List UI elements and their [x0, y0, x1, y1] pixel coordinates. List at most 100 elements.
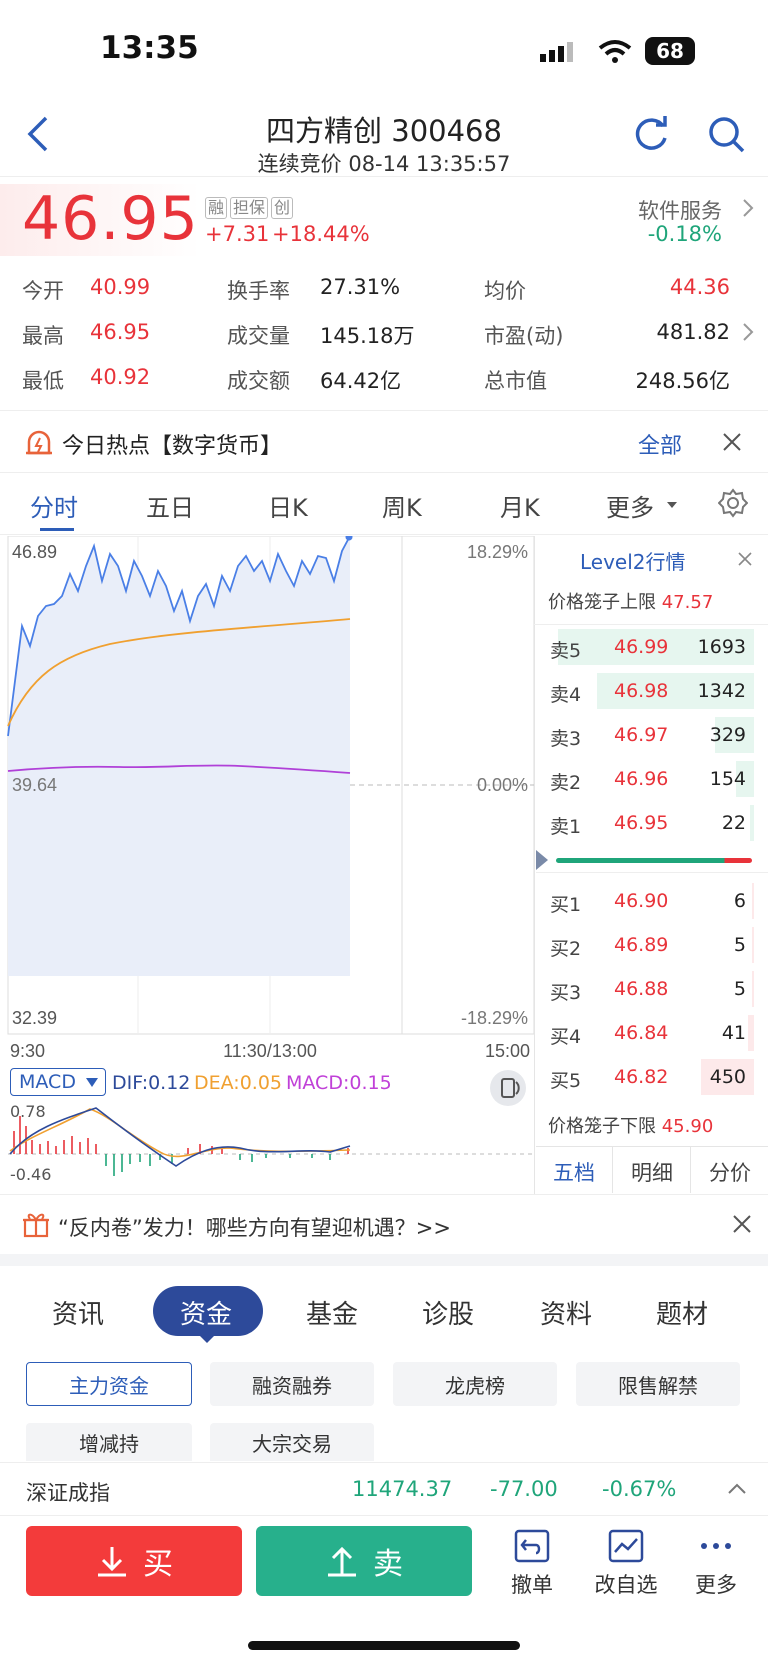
bid-row[interactable]: 买3 46.88 5 — [538, 969, 754, 1009]
index-bar[interactable]: 深证成指 11474.37 -77.00 -0.67% — [0, 1462, 768, 1516]
bid-vol: 5 — [733, 934, 746, 956]
last-price: 46.95 — [22, 184, 199, 254]
caret-down-icon[interactable] — [666, 500, 678, 510]
sector-name[interactable]: 软件服务 — [638, 195, 722, 225]
ask-vol: 1342 — [697, 680, 746, 702]
level2-title[interactable]: Level2行情 — [580, 546, 686, 575]
price-area — [8, 536, 350, 976]
indicator-select[interactable]: MACD — [10, 1068, 106, 1096]
tab-theme[interactable]: 题材 — [656, 1294, 708, 1331]
tab-news[interactable]: 资讯 — [52, 1294, 104, 1331]
ask-row[interactable]: 卖1 46.95 22 — [538, 803, 754, 843]
index-name: 深证成指 — [26, 1481, 110, 1505]
chart-edit-icon — [608, 1529, 644, 1563]
wifi-icon — [598, 40, 632, 63]
cancel-order-button[interactable]: 撤单 — [500, 1528, 564, 1599]
battery-level: 68 — [656, 39, 684, 63]
hot-topic[interactable]: 今日热点【数字货币】 — [62, 428, 282, 460]
close-icon[interactable] — [722, 432, 742, 452]
y-right-top: 18.29% — [467, 542, 528, 562]
tab-price-dist[interactable]: 分价 — [692, 1157, 768, 1187]
bid-row[interactable]: 买2 46.89 5 — [538, 925, 754, 965]
chevron-up-icon[interactable] — [728, 1483, 746, 1495]
ask-label: 卖1 — [550, 816, 582, 838]
ask-price: 46.98 — [614, 680, 669, 702]
home-indicator — [248, 1641, 520, 1650]
tab-daily-k[interactable]: 日K — [268, 488, 308, 523]
ask-label: 卖3 — [550, 728, 582, 750]
close-icon[interactable] — [732, 1214, 752, 1234]
ask-price: 46.95 — [614, 812, 669, 834]
tab-5day[interactable]: 五日 — [146, 488, 194, 523]
x-label-close: 15:00 — [485, 1041, 530, 1061]
hot-all-link[interactable]: 全部 — [638, 428, 682, 460]
bid-ask-ratio-bar — [556, 858, 752, 863]
bid-price: 46.84 — [614, 1022, 669, 1044]
index-value: 11474.37 — [352, 1477, 453, 1501]
close-icon[interactable] — [738, 552, 752, 566]
more-button[interactable]: 更多 — [684, 1528, 748, 1599]
chip-dragon-tiger[interactable]: 龙虎榜 — [393, 1362, 557, 1406]
ask-price: 46.97 — [614, 724, 669, 746]
bid-price: 46.90 — [614, 890, 669, 912]
gear-icon[interactable] — [718, 488, 748, 518]
buy-label: 买 — [143, 1547, 173, 1582]
y-right-mid: 0.00% — [477, 775, 528, 795]
y-left-mid: 39.64 — [12, 775, 57, 795]
ask-vol: 1693 — [697, 636, 746, 658]
bid-row[interactable]: 买5 46.82 450 — [538, 1057, 754, 1097]
ask-price: 46.99 — [614, 636, 669, 658]
search-icon[interactable] — [708, 116, 746, 154]
chart-tabs: 分时 五日 日K 周K 月K 更多 — [0, 488, 768, 532]
ask-vol: 22 — [721, 812, 746, 834]
stat-open: 40.99 — [90, 275, 151, 299]
macd-bottom: -0.46 — [10, 1165, 52, 1184]
macd-panel — [8, 1107, 534, 1176]
stat-low: 40.92 — [90, 365, 151, 389]
tab-more[interactable]: 更多 — [606, 488, 654, 523]
sell-button[interactable]: 卖 — [256, 1526, 472, 1596]
tab-weekly-k[interactable]: 周K — [382, 488, 422, 523]
battery-icon: 68 — [645, 37, 695, 65]
tab-monthly-k[interactable]: 月K — [500, 488, 540, 523]
ask-row[interactable]: 卖2 46.96 154 — [538, 759, 754, 799]
info-tabs: 资讯 资金 基金 诊股 资料 题材 — [0, 1284, 768, 1344]
ask-row[interactable]: 卖4 46.98 1342 — [538, 671, 754, 711]
ask-depth-bar — [750, 805, 754, 841]
macd-value: MACD:0.15 — [286, 1072, 392, 1094]
chip-main-funds[interactable]: 主力资金 — [26, 1362, 192, 1406]
tab-diagnosis[interactable]: 诊股 — [422, 1294, 474, 1331]
refresh-icon[interactable] — [632, 116, 670, 154]
chip-holdings-change[interactable]: 增减持 — [26, 1423, 192, 1461]
sector-change: -0.18% — [647, 222, 722, 246]
bid-label: 买1 — [550, 894, 582, 916]
chevron-right-icon[interactable] — [742, 198, 754, 218]
chip-margin[interactable]: 融资融券 — [210, 1362, 374, 1406]
promo-text[interactable]: “反内卷”发力！哪些方向有望迎机遇？>> — [58, 1212, 451, 1242]
bid-row[interactable]: 买1 46.90 6 — [538, 881, 754, 921]
margin-tags: 融担保创 — [205, 197, 296, 219]
tab-five-levels[interactable]: 五档 — [536, 1157, 612, 1187]
bid-label: 买4 — [550, 1026, 582, 1048]
gift-icon — [23, 1213, 49, 1238]
bid-row[interactable]: 买4 46.84 41 — [538, 1013, 754, 1053]
ask-row[interactable]: 卖3 46.97 329 — [538, 715, 754, 755]
tab-fund[interactable]: 基金 — [306, 1294, 358, 1331]
tab-ticks[interactable]: 明细 — [614, 1157, 690, 1187]
chip-block-trade[interactable]: 大宗交易 — [210, 1423, 374, 1461]
tab-funds[interactable]: 资金 — [180, 1294, 232, 1331]
tab-intraday[interactable]: 分时 — [30, 488, 78, 523]
chip-unlock[interactable]: 限售解禁 — [576, 1362, 740, 1406]
chevron-right-icon[interactable] — [742, 322, 754, 342]
bid-depth-bar — [752, 927, 754, 963]
undo-icon — [514, 1529, 550, 1563]
bid-price: 46.88 — [614, 978, 669, 1000]
edit-watchlist-button[interactable]: 改自选 — [584, 1528, 668, 1599]
tab-profile[interactable]: 资料 — [540, 1294, 592, 1331]
stat-pe: 481.82 — [656, 320, 730, 344]
rotate-button[interactable] — [490, 1070, 526, 1106]
stat-amount: 64.42亿 — [320, 369, 402, 393]
ask-row[interactable]: 卖5 46.99 1693 — [538, 627, 754, 667]
ask-vol: 329 — [709, 724, 746, 746]
buy-button[interactable]: 买 — [26, 1526, 242, 1596]
